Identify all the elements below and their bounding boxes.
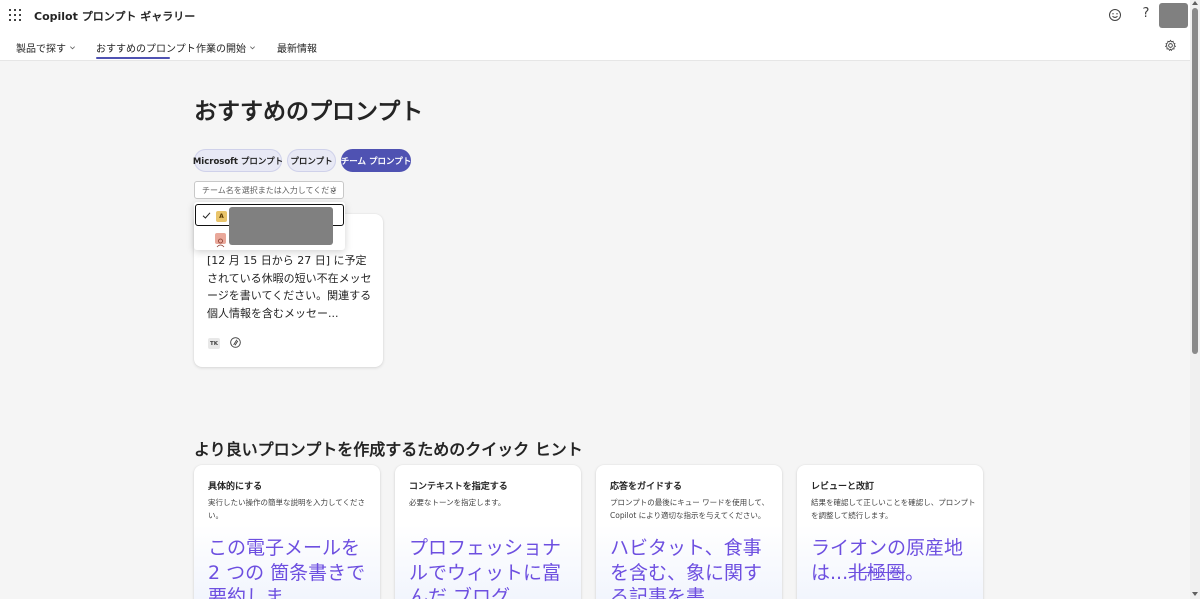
author-badge: TK	[208, 338, 220, 349]
active-tab-indicator	[96, 57, 170, 59]
filter-team-prompts[interactable]: チーム プロンプト	[341, 149, 411, 172]
nav-bar: 製品で探す おすすめのプロンプト 作業の開始 最新情報	[0, 31, 1190, 61]
gear-icon[interactable]	[1164, 39, 1177, 52]
tip-example-tail: 。	[905, 561, 925, 584]
nav-item-getting-started[interactable]: 作業の開始	[196, 40, 256, 55]
tip-heading: レビューと改訂	[811, 482, 875, 492]
top-header: Copilot プロンプト ギャラリー ?	[0, 0, 1190, 31]
person-avatar-icon[interactable]	[215, 233, 226, 248]
nav-item-recommended[interactable]: おすすめのプロンプト	[96, 40, 196, 55]
tip-description: 必要なトーンを指定します。	[409, 498, 506, 507]
tip-card-specific[interactable]: 具体的にする 実行したい操作の簡単な説明を入力してください。 この電子メールを …	[194, 465, 380, 599]
filter-prompts[interactable]: プロンプト	[287, 149, 336, 172]
chevron-down-icon	[331, 189, 336, 193]
chevron-down-icon	[250, 46, 255, 50]
scroll-up-icon[interactable]	[1192, 1, 1198, 5]
nav-item-label: おすすめのプロンプト	[96, 44, 196, 55]
help-icon[interactable]: ?	[1140, 6, 1152, 21]
scroll-thumb[interactable]	[1192, 8, 1198, 354]
tip-example: この電子メールを 2 つの 箇条書きで要約しま	[208, 537, 366, 599]
app-title[interactable]: Copilot プロンプト ギャラリー	[34, 8, 195, 24]
avatar[interactable]	[1159, 3, 1188, 28]
tip-heading: コンテキストを指定する	[409, 482, 508, 492]
page-title: おすすめのプロンプト	[194, 99, 424, 125]
team-select-placeholder: チーム名を選択または入力してくださ	[202, 185, 338, 195]
tip-description: 実行したい操作の簡単な説明を入力してください。	[208, 498, 366, 520]
tip-example: ハビタット、食事 を含む、象に関する記事を書	[610, 537, 763, 599]
tip-description: 結果を確認して正しいことを確認し、プロンプトを調整して続行します。	[811, 498, 976, 520]
tip-heading: 具体的にする	[208, 482, 263, 492]
scrollbar[interactable]	[1190, 0, 1200, 599]
tip-example: プロフェッショナルでウィットに富んだ ブログ	[409, 537, 562, 599]
filter-microsoft-prompts[interactable]: Microsoft プロンプト	[193, 149, 283, 172]
nav-item-whats-new[interactable]: 最新情報	[277, 40, 317, 55]
nav-item-label: 作業の開始	[196, 44, 246, 55]
tip-card-review[interactable]: レビューと改訂 結果を確認して正しいことを確認し、プロンプトを調整して続行します…	[797, 465, 983, 599]
nav-item-products[interactable]: 製品で探す	[16, 40, 76, 55]
loop-icon[interactable]	[229, 336, 242, 349]
tip-heading: 応答をガイドする	[610, 482, 683, 492]
scroll-down-icon[interactable]	[1192, 592, 1198, 596]
app-launcher-icon[interactable]	[9, 9, 21, 21]
nav-item-label: 最新情報	[277, 44, 317, 55]
feedback-smile-icon[interactable]	[1108, 8, 1122, 22]
redacted-team-names	[229, 207, 333, 245]
check-icon	[202, 212, 211, 219]
tip-example-struck: 北極圏	[848, 561, 906, 584]
team-select-combobox[interactable]: チーム名を選択または入力してくださ	[194, 181, 344, 199]
tips-title: より良いプロンプトを作成するためのクイック ヒント	[194, 440, 583, 459]
tip-description: プロンプトの最後にキュー ワードを使用して、Copilot により適切な指示を与…	[610, 498, 770, 520]
tip-card-guide[interactable]: 応答をガイドする プロンプトの最後にキュー ワードを使用して、Copilot に…	[596, 465, 782, 599]
chevron-down-icon	[70, 46, 75, 50]
prompt-text: [12 月 15 日から 27 日] に予定されている休暇の短い不在メッセージを…	[207, 254, 372, 320]
nav-item-label: 製品で探す	[16, 44, 66, 55]
tip-example: ライオンの原産地は...北極圏。	[811, 536, 971, 585]
tip-card-context[interactable]: コンテキストを指定する 必要なトーンを指定します。 プロフェッショナルでウィット…	[395, 465, 581, 599]
team-avatar-icon: A	[216, 211, 227, 222]
